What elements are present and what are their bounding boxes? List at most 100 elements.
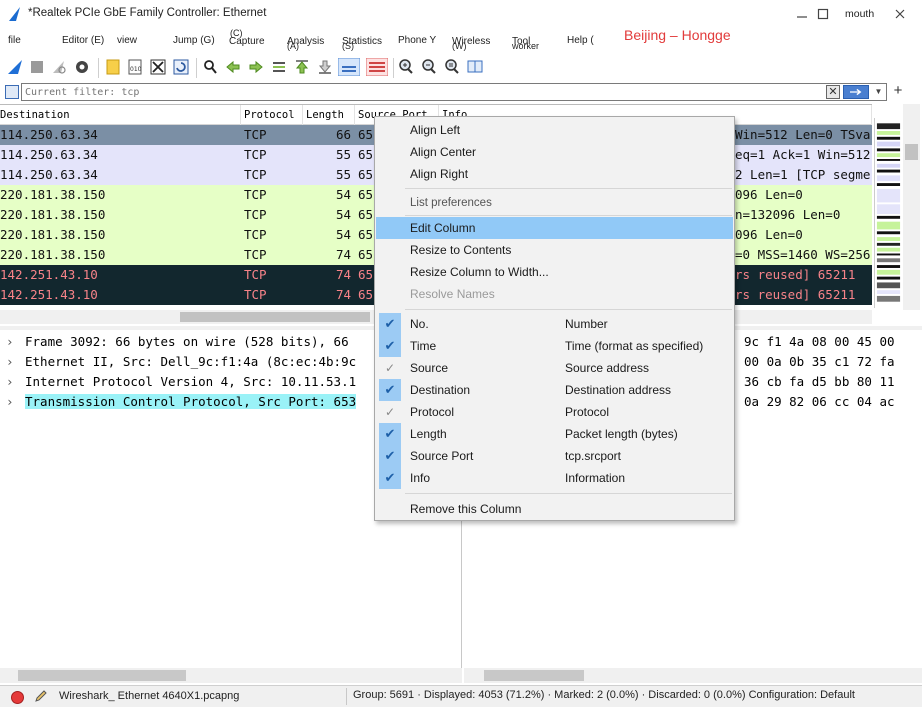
tree-item-ipv4[interactable]: › Internet Protocol Version 4, Src: 10.11… — [6, 372, 356, 392]
cell-info: rs reused] 65211 — [735, 267, 856, 282]
add-filter-button[interactable]: + — [891, 83, 905, 99]
cell-destination: 220.181.38.150 — [0, 207, 106, 222]
menu-column-toggle-time[interactable]: ✔ Time Time (format as specified) — [376, 335, 733, 357]
go-back-icon[interactable] — [224, 58, 242, 76]
capture-comment-icon[interactable] — [34, 689, 48, 703]
display-filter-input[interactable] — [21, 83, 887, 101]
cell-protocol: TCP — [244, 127, 267, 142]
expert-info-icon[interactable] — [11, 691, 24, 704]
cell-info: 096 Len=0 — [735, 187, 803, 202]
checkmark-icon: ✔ — [379, 335, 401, 357]
tree-item-frame[interactable]: › Frame 3092: 66 bytes on wire (528 bits)… — [6, 332, 349, 352]
partial-check-icon: ✓ — [384, 405, 396, 419]
menu-separator — [405, 493, 732, 494]
menu-item-label: List preferences — [410, 197, 492, 209]
column-header-destination[interactable]: Destination — [0, 105, 241, 125]
zoom-in-icon[interactable] — [397, 58, 415, 76]
menu-phone[interactable]: Phone Y — [398, 35, 436, 46]
menu-column-toggle-protocol[interactable]: ✓ Protocol Protocol — [376, 401, 733, 423]
cell-info: Win=512 Len=0 TSva — [735, 127, 871, 142]
menu-edit-column[interactable]: Edit Column — [376, 217, 733, 239]
last-packet-icon[interactable] — [316, 58, 334, 76]
filter-history-dropdown-icon[interactable]: ▼ — [872, 85, 885, 99]
chevron-right-icon[interactable]: › — [6, 372, 25, 392]
details-horizontal-scrollbar[interactable] — [0, 668, 462, 683]
open-folder-icon[interactable] — [104, 58, 122, 76]
go-forward-icon[interactable] — [247, 58, 265, 76]
cell-protocol: TCP — [244, 287, 267, 302]
checkmark-icon: ✔ — [379, 313, 401, 335]
clear-filter-icon[interactable]: ✕ — [826, 85, 840, 99]
zoom-out-icon[interactable] — [420, 58, 438, 76]
menu-remove-column[interactable]: Remove this Column — [376, 498, 733, 520]
menu-item-label: Destination — [410, 383, 471, 397]
autoscroll-icon[interactable] — [338, 58, 360, 76]
minimize-icon[interactable] — [795, 7, 809, 21]
hex-line: 00 0a 0b 35 c1 72 fa — [744, 354, 895, 369]
cell-length: 74 — [336, 267, 352, 282]
chevron-right-icon[interactable]: › — [6, 352, 25, 372]
column-header-length[interactable]: Length — [303, 105, 355, 125]
menu-column-toggle-source[interactable]: ✓ Source Source address — [376, 357, 733, 379]
menu-align-center[interactable]: Align Center — [376, 141, 733, 163]
capture-file-name: Wireshark_ Ethernet 4640X1.pcapng — [59, 690, 240, 702]
apply-filter-icon[interactable] — [843, 85, 869, 99]
menu-align-right[interactable]: Align Right — [376, 163, 733, 185]
wireshark-logo-icon — [9, 7, 20, 21]
chevron-right-icon[interactable]: › — [6, 392, 25, 412]
chevron-right-icon[interactable]: › — [6, 332, 25, 352]
tree-item-tcp[interactable]: › Transmission Control Protocol, Src Port… — [6, 392, 357, 412]
menu-column-toggle-no[interactable]: ✔ No. Number — [376, 313, 733, 335]
menu-separator — [405, 309, 732, 310]
bookmark-icon[interactable] — [5, 85, 19, 99]
menu-align-left[interactable]: Align Left — [376, 119, 733, 141]
menu-column-toggle-length[interactable]: ✔ Length Packet length (bytes) — [376, 423, 733, 445]
restart-icon[interactable] — [50, 58, 68, 76]
menu-item-label: Info — [410, 471, 431, 485]
maximize-icon[interactable] — [816, 7, 830, 21]
menu-resize-to-contents[interactable]: Resize to Contents — [376, 239, 733, 261]
menu-item-description: Source address — [565, 361, 650, 375]
first-packet-icon[interactable] — [293, 58, 311, 76]
stop-icon[interactable] — [28, 58, 46, 76]
packet-statistics: Group: 5691 · Displayed: 4053 (71.2%) · … — [346, 688, 855, 705]
checkmark-icon: ✔ — [379, 423, 401, 445]
close-file-icon[interactable] — [149, 58, 167, 76]
resize-columns-icon[interactable] — [466, 58, 484, 76]
menu-help[interactable]: Help ( — [567, 35, 594, 46]
menu-item-label: No. — [410, 317, 429, 331]
menu-resolve-names: Resolve Names — [376, 283, 733, 305]
shark-fin-start-icon[interactable] — [6, 58, 24, 76]
menu-view[interactable]: view — [117, 35, 137, 46]
menu-item-description: Protocol — [565, 405, 610, 419]
menu-column-toggle-destination[interactable]: ✔ Destination Destination address — [376, 379, 733, 401]
watermark-annotation: Beijing – Hongge — [624, 27, 731, 43]
reload-icon[interactable] — [172, 58, 190, 76]
menu-separator — [405, 188, 732, 189]
menu-resize-column-to-width[interactable]: Resize Column to Width... — [376, 261, 733, 283]
menu-column-toggle-info[interactable]: ✔ Info Information — [376, 467, 733, 489]
menu-edit[interactable]: Editor (E) — [62, 35, 104, 46]
close-icon[interactable] — [893, 7, 907, 21]
column-header-protocol[interactable]: Protocol — [241, 105, 303, 125]
menu-column-toggle-source-port[interactable]: ✔ Source Port tcp.srcport — [376, 445, 733, 467]
menu-item-label: Source — [410, 361, 449, 375]
menu-file[interactable]: file — [8, 35, 21, 46]
menu-item-label: Align Right — [410, 167, 469, 181]
options-gear-icon[interactable] — [73, 58, 91, 76]
packet-list-vertical-scrollbar[interactable] — [903, 104, 920, 310]
cell-protocol: TCP — [244, 207, 267, 222]
menu-separator — [405, 215, 732, 216]
packet-minimap[interactable] — [874, 118, 902, 308]
menu-jump[interactable]: Jump (G) — [173, 35, 215, 46]
zoom-reset-icon[interactable] — [443, 58, 461, 76]
save-file-icon[interactable]: 010 — [126, 58, 144, 76]
find-icon[interactable] — [201, 58, 219, 76]
menu-statistics-accel: (S) — [342, 41, 354, 51]
bytes-horizontal-scrollbar[interactable] — [464, 668, 922, 683]
tree-item-ethernet[interactable]: › Ethernet II, Src: Dell_9c:f1:4a (8c:ec:… — [6, 352, 356, 372]
cell-length: 74 — [336, 287, 352, 302]
svg-text:010: 010 — [130, 66, 142, 73]
go-to-packet-icon[interactable] — [270, 58, 288, 76]
colorize-icon[interactable] — [366, 58, 388, 76]
